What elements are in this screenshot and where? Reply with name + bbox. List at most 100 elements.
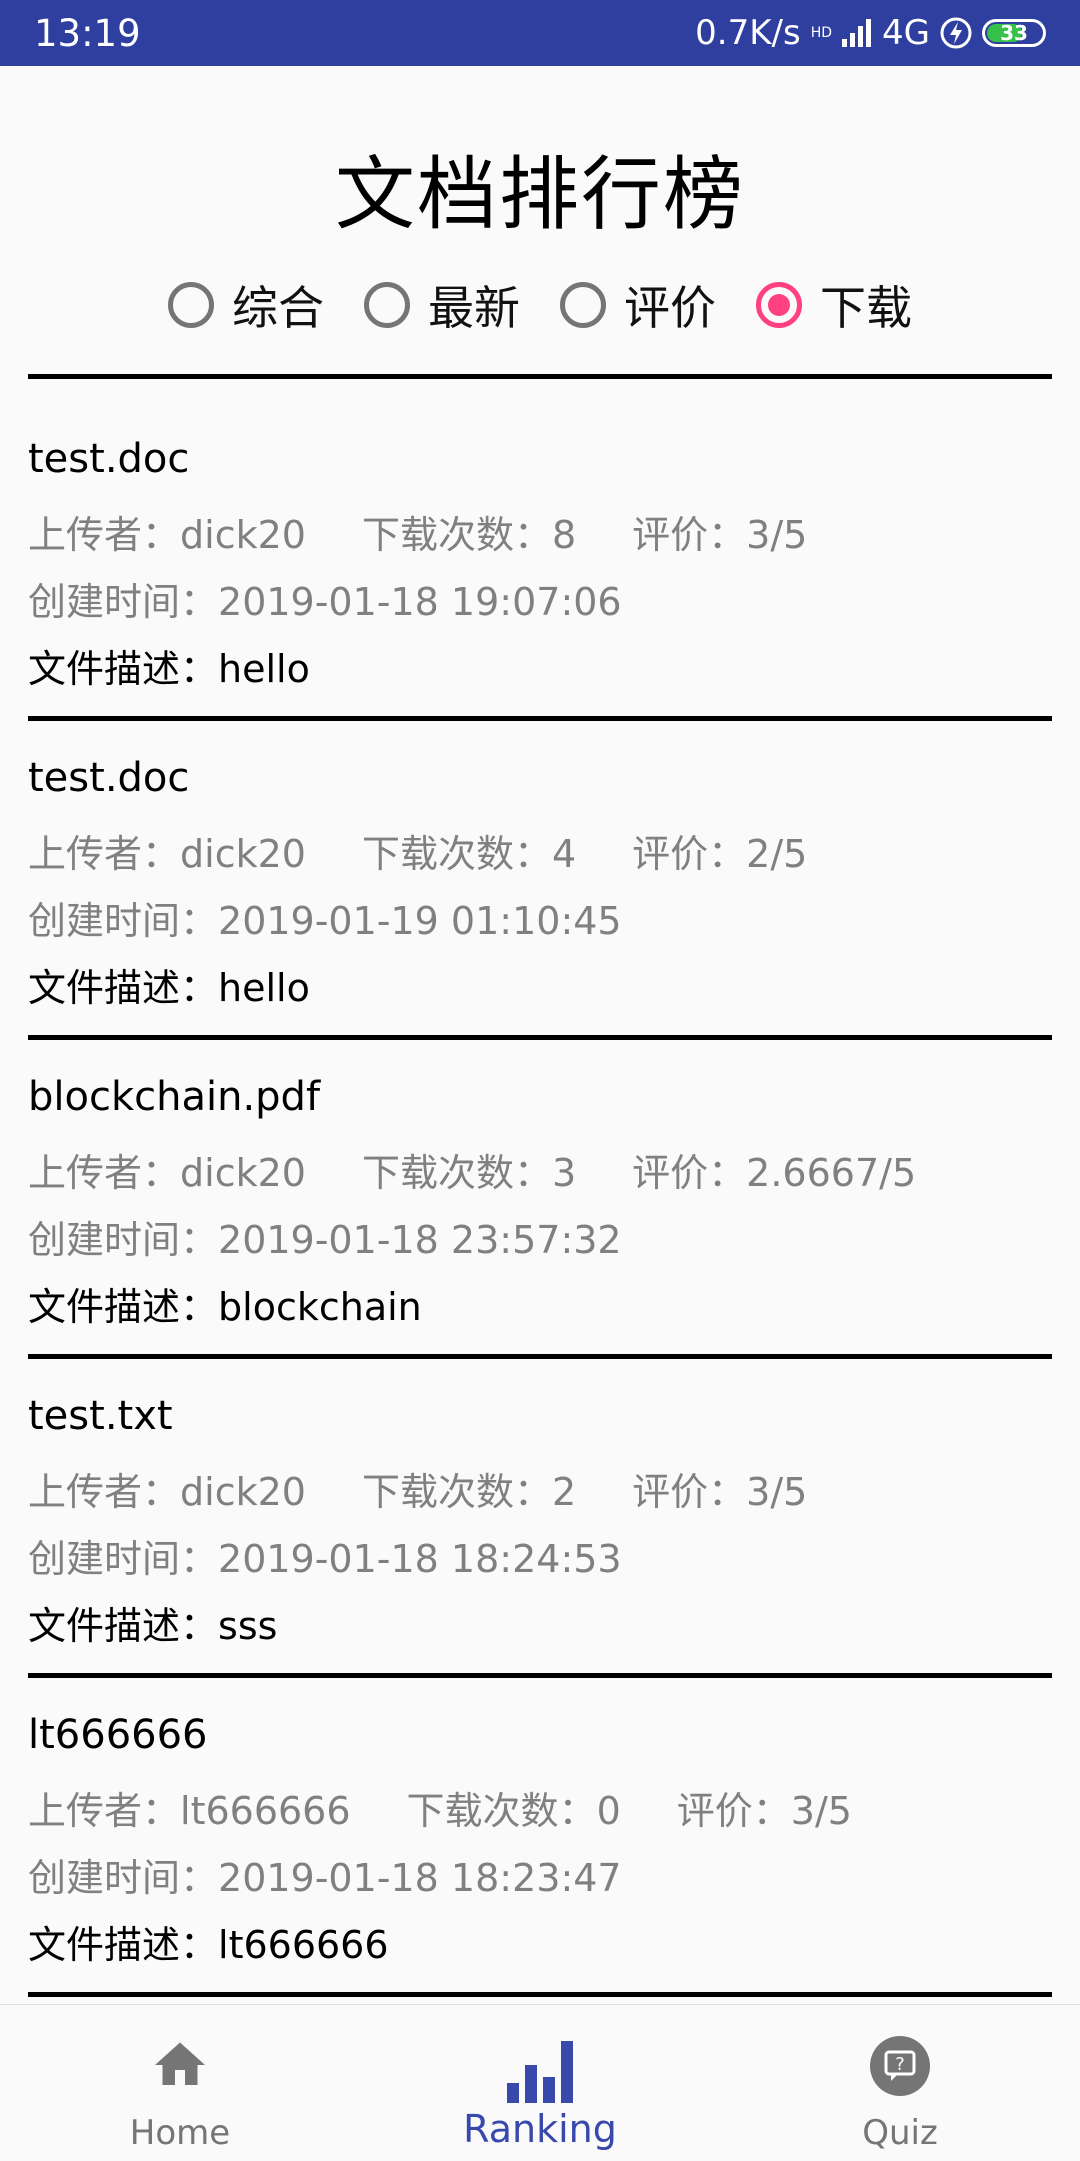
radio-option-downloads[interactable]: 下载 (756, 272, 912, 338)
document-description: 文件描述：hello (28, 957, 310, 1012)
description-label: 文件描述： (28, 1285, 219, 1329)
created-label: 创建时间： (28, 1856, 219, 1900)
uploader-value: dick20 (180, 832, 306, 876)
description-value: blockchain (218, 1285, 422, 1329)
downloads-label: 下载次数： (361, 1470, 552, 1514)
description-value: sss (218, 1604, 278, 1648)
radio-option-latest[interactable]: 最新 (364, 272, 520, 338)
description-value: lt666666 (218, 1923, 389, 1967)
rating-value: 2/5 (746, 832, 808, 876)
document-description: 文件描述：hello (28, 638, 310, 693)
description-label: 文件描述： (28, 966, 219, 1010)
uploader-value: dick20 (180, 1151, 306, 1195)
radio-label: 下载 (820, 281, 912, 335)
radio-option-rating[interactable]: 评价 (560, 272, 716, 338)
battery-icon: 33 (982, 19, 1046, 47)
document-name: lt666666 (28, 1712, 208, 1758)
document-created: 创建时间：2019-01-18 18:24:53 (28, 1528, 622, 1583)
description-label: 文件描述： (28, 1604, 219, 1648)
document-name: test.doc (28, 755, 190, 801)
downloads-label: 下载次数： (406, 1789, 597, 1833)
created-value: 2019-01-19 01:10:45 (218, 899, 622, 943)
uploader-label: 上传者： (28, 1470, 181, 1514)
rating-label: 评价： (632, 1151, 747, 1195)
rating-label: 评价： (676, 1789, 791, 1833)
uploader-label: 上传者： (28, 513, 181, 557)
document-description: 文件描述：sss (28, 1595, 277, 1650)
radio-button[interactable] (560, 282, 606, 328)
bar-chart-icon (360, 2035, 720, 2103)
network-type: 4G (882, 13, 930, 53)
rating-value: 3/5 (746, 1470, 808, 1514)
document-description: 文件描述：blockchain (28, 1276, 422, 1331)
document-created: 创建时间：2019-01-18 18:23:47 (28, 1847, 622, 1902)
created-label: 创建时间： (28, 899, 219, 943)
charging-icon (940, 17, 972, 49)
document-name: blockchain.pdf (28, 1074, 321, 1120)
nav-item-ranking[interactable]: Ranking (360, 2005, 720, 2161)
document-item[interactable]: test.doc 上传者：dick20 下载次数：4 评价：2/5 创建时间：201… (28, 697, 1052, 1017)
downloads-value: 4 (551, 832, 577, 876)
nav-item-home[interactable]: Home (0, 2005, 360, 2161)
description-value: hello (218, 647, 310, 691)
rating-value: 2.6667/5 (746, 1151, 917, 1195)
radio-option-comprehensive[interactable]: 综合 (168, 272, 324, 338)
created-value: 2019-01-18 18:24:53 (218, 1537, 622, 1581)
rating-label: 评价： (632, 832, 747, 876)
downloads-label: 下载次数： (361, 832, 552, 876)
document-created: 创建时间：2019-01-19 01:10:45 (28, 890, 622, 945)
radio-label: 最新 (428, 281, 520, 335)
document-created: 创建时间：2019-01-18 23:57:32 (28, 1209, 622, 1264)
svg-text:?: ? (895, 2054, 905, 2075)
radio-label: 评价 (624, 281, 716, 335)
document-name: test.txt (28, 1393, 173, 1439)
uploader-label: 上传者： (28, 832, 181, 876)
radio-button[interactable] (756, 282, 802, 328)
downloads-value: 8 (551, 513, 577, 557)
nav-label: Ranking (463, 2107, 617, 2151)
radio-label: 综合 (232, 281, 324, 335)
document-item[interactable]: test.doc 上传者：dick20 下载次数：8 评价：3/5 创建时间：201… (28, 378, 1052, 698)
uploader-label: 上传者： (28, 1151, 181, 1195)
uploader-value: dick20 (180, 513, 306, 557)
sort-radio-group: 综合 最新 评价 下载 (0, 272, 1080, 338)
document-meta: 上传者：lt666666 下载次数：0 评价：3/5 (28, 1780, 852, 1835)
network-speed: 0.7K/s (695, 13, 801, 53)
downloads-label: 下载次数： (361, 1151, 552, 1195)
document-created: 创建时间：2019-01-18 19:07:06 (28, 571, 622, 626)
downloads-label: 下载次数： (361, 513, 552, 557)
quiz-icon: ? (720, 2035, 1080, 2099)
created-value: 2019-01-18 19:07:06 (218, 580, 622, 624)
radio-button[interactable] (168, 282, 214, 328)
created-label: 创建时间： (28, 580, 219, 624)
home-icon (0, 2035, 360, 2099)
description-value: hello (218, 966, 310, 1010)
battery-level: 33 (1000, 21, 1028, 45)
downloads-value: 2 (551, 1470, 577, 1514)
divider (28, 1992, 1052, 1997)
document-meta: 上传者：dick20 下载次数：2 评价：3/5 (28, 1461, 807, 1516)
created-label: 创建时间： (28, 1218, 219, 1262)
page-title: 文档排行榜 (335, 148, 745, 241)
nav-label: Home (129, 2113, 231, 2153)
radio-button[interactable] (364, 282, 410, 328)
document-description: 文件描述：lt666666 (28, 1914, 389, 1969)
document-name: test.doc (28, 436, 190, 482)
nav-label: Quiz (862, 2113, 938, 2153)
created-value: 2019-01-18 23:57:32 (218, 1218, 622, 1262)
description-label: 文件描述： (28, 647, 219, 691)
document-meta: 上传者：dick20 下载次数：3 评价：2.6667/5 (28, 1142, 916, 1197)
rating-label: 评价： (632, 513, 747, 557)
document-item[interactable]: test.txt 上传者：dick20 下载次数：2 评价：3/5 创建时间：201… (28, 1335, 1052, 1655)
document-item[interactable]: blockchain.pdf 上传者：dick20 下载次数：3 评价：2.6667… (28, 1016, 1052, 1336)
description-label: 文件描述： (28, 1923, 219, 1967)
downloads-value: 3 (551, 1151, 577, 1195)
rating-value: 3/5 (790, 1789, 852, 1833)
document-item[interactable]: lt666666 上传者：lt666666 下载次数：0 评价：3/5 创建时间：2… (28, 1654, 1052, 1974)
uploader-value: lt666666 (180, 1789, 351, 1833)
downloads-value: 0 (596, 1789, 621, 1833)
created-value: 2019-01-18 18:23:47 (218, 1856, 622, 1900)
nav-item-quiz[interactable]: ? Quiz (720, 2005, 1080, 2161)
status-indicators: 0.7K/s HD 4G 33 (695, 13, 1046, 53)
document-meta: 上传者：dick20 下载次数：8 评价：3/5 (28, 504, 807, 559)
